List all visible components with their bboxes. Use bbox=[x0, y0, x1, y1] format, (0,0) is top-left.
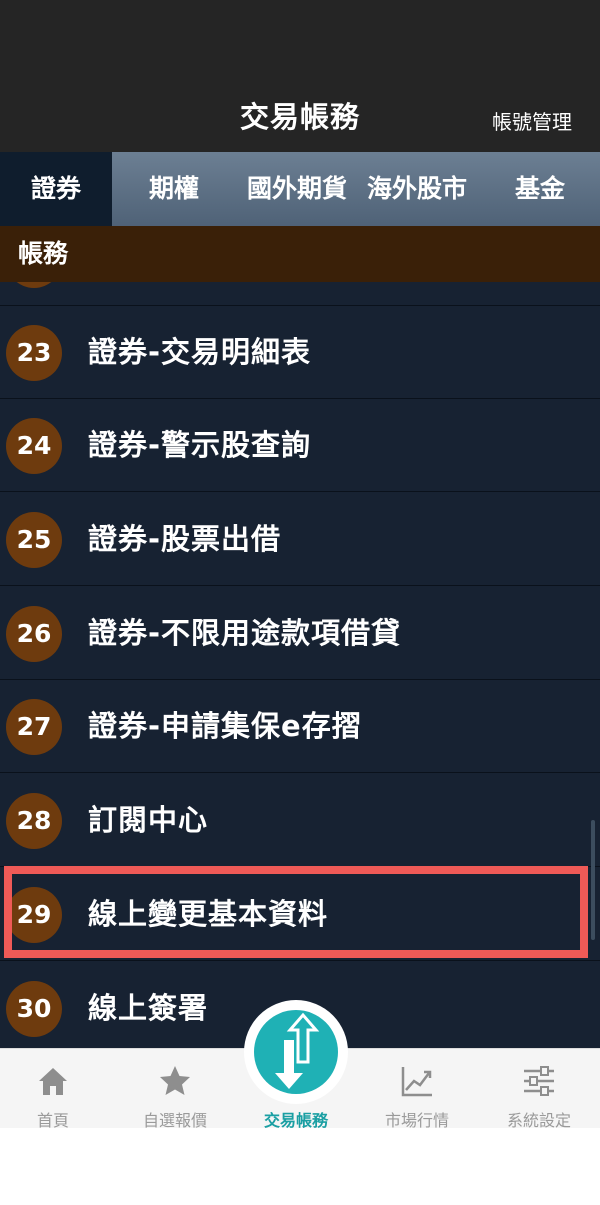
list-item[interactable]: 24 證券-警示股查詢 bbox=[0, 399, 600, 492]
tabbar-item-settings[interactable]: 系統設定 bbox=[479, 1049, 599, 1128]
tabbar-label: 系統設定 bbox=[506, 1111, 571, 1128]
trade-arrows-icon bbox=[275, 1012, 320, 1089]
list-item-label: 線上簽署 bbox=[88, 991, 209, 1025]
tab-options[interactable]: 期權 bbox=[124, 152, 224, 226]
list-item-selected[interactable]: 29 線上變更基本資料 bbox=[0, 868, 600, 961]
tabbar-label: 交易帳務 bbox=[263, 1111, 328, 1128]
list-item[interactable]: 28 訂閱中心 bbox=[0, 774, 600, 867]
tabbar-label: 首頁 bbox=[36, 1111, 69, 1128]
item-number-badge: 28 bbox=[6, 793, 62, 849]
item-number-badge: 30 bbox=[6, 981, 62, 1037]
tab-overseas-stocks[interactable]: 海外股市 bbox=[358, 152, 476, 226]
tabbar-label: 自選報價 bbox=[142, 1111, 207, 1128]
list-item[interactable]: 25 證券-股票出借 bbox=[0, 493, 600, 586]
list-item-label: 線上變更基本資料 bbox=[88, 897, 329, 931]
star-icon bbox=[160, 1066, 190, 1095]
top-header: 交易帳務 帳號管理 bbox=[0, 0, 600, 152]
item-number-badge: 25 bbox=[6, 512, 62, 568]
list-item-label: 證券-股票出借 bbox=[88, 522, 282, 556]
app-screen: 交易帳務 帳號管理 證券 期權 國外期貨 海外股市 基金 帳務 23 證券-交易… bbox=[0, 0, 600, 1128]
sliders-icon bbox=[524, 1066, 554, 1096]
tabbar-label: 市場行情 bbox=[384, 1111, 449, 1128]
tab-foreign-futures[interactable]: 國外期貨 bbox=[236, 152, 358, 226]
list-item[interactable]: 26 證券-不限用途款項借貸 bbox=[0, 587, 600, 680]
item-number-badge: 24 bbox=[6, 418, 62, 474]
tabbar-item-home[interactable]: 首頁 bbox=[0, 1049, 113, 1128]
section-header-accounts: 帳務 bbox=[0, 226, 600, 282]
list-item-label: 證券-申請集保e存摺 bbox=[88, 709, 362, 743]
account-management-button[interactable]: 帳號管理 bbox=[492, 106, 572, 135]
menu-list[interactable]: 23 證券-交易明細表 24 證券-警示股查詢 25 證券-股票出借 26 證券… bbox=[0, 282, 600, 1048]
list-item-label: 證券-不限用途款項借貸 bbox=[88, 616, 402, 650]
item-number-badge: 29 bbox=[6, 887, 62, 943]
item-number-badge: 27 bbox=[6, 699, 62, 755]
list-item-label: 證券-交易明細表 bbox=[88, 335, 312, 369]
item-number-badge: 23 bbox=[6, 325, 62, 381]
tab-securities[interactable]: 證券 bbox=[0, 152, 112, 226]
scrollbar[interactable] bbox=[591, 820, 595, 940]
trade-button-circle bbox=[254, 1010, 338, 1094]
tabbar-item-watchlist[interactable]: 自選報價 bbox=[115, 1049, 235, 1128]
home-icon bbox=[39, 1068, 67, 1095]
list-item-label: 訂閱中心 bbox=[88, 803, 209, 837]
item-number-badge bbox=[6, 282, 62, 288]
chart-trend-icon bbox=[401, 1067, 432, 1097]
list-item-label: 證券-警示股查詢 bbox=[88, 428, 312, 462]
list-item[interactable]: 27 證券-申請集保e存摺 bbox=[0, 680, 600, 773]
category-tabs: 證券 期權 國外期貨 海外股市 基金 bbox=[0, 152, 600, 226]
list-item[interactable] bbox=[0, 282, 600, 306]
list-item[interactable]: 23 證券-交易明細表 bbox=[0, 306, 600, 399]
trade-center-button[interactable] bbox=[244, 1000, 348, 1104]
item-number-badge: 26 bbox=[6, 606, 62, 662]
tabbar-item-market[interactable]: 市場行情 bbox=[357, 1049, 477, 1128]
tab-funds[interactable]: 基金 bbox=[496, 152, 584, 226]
